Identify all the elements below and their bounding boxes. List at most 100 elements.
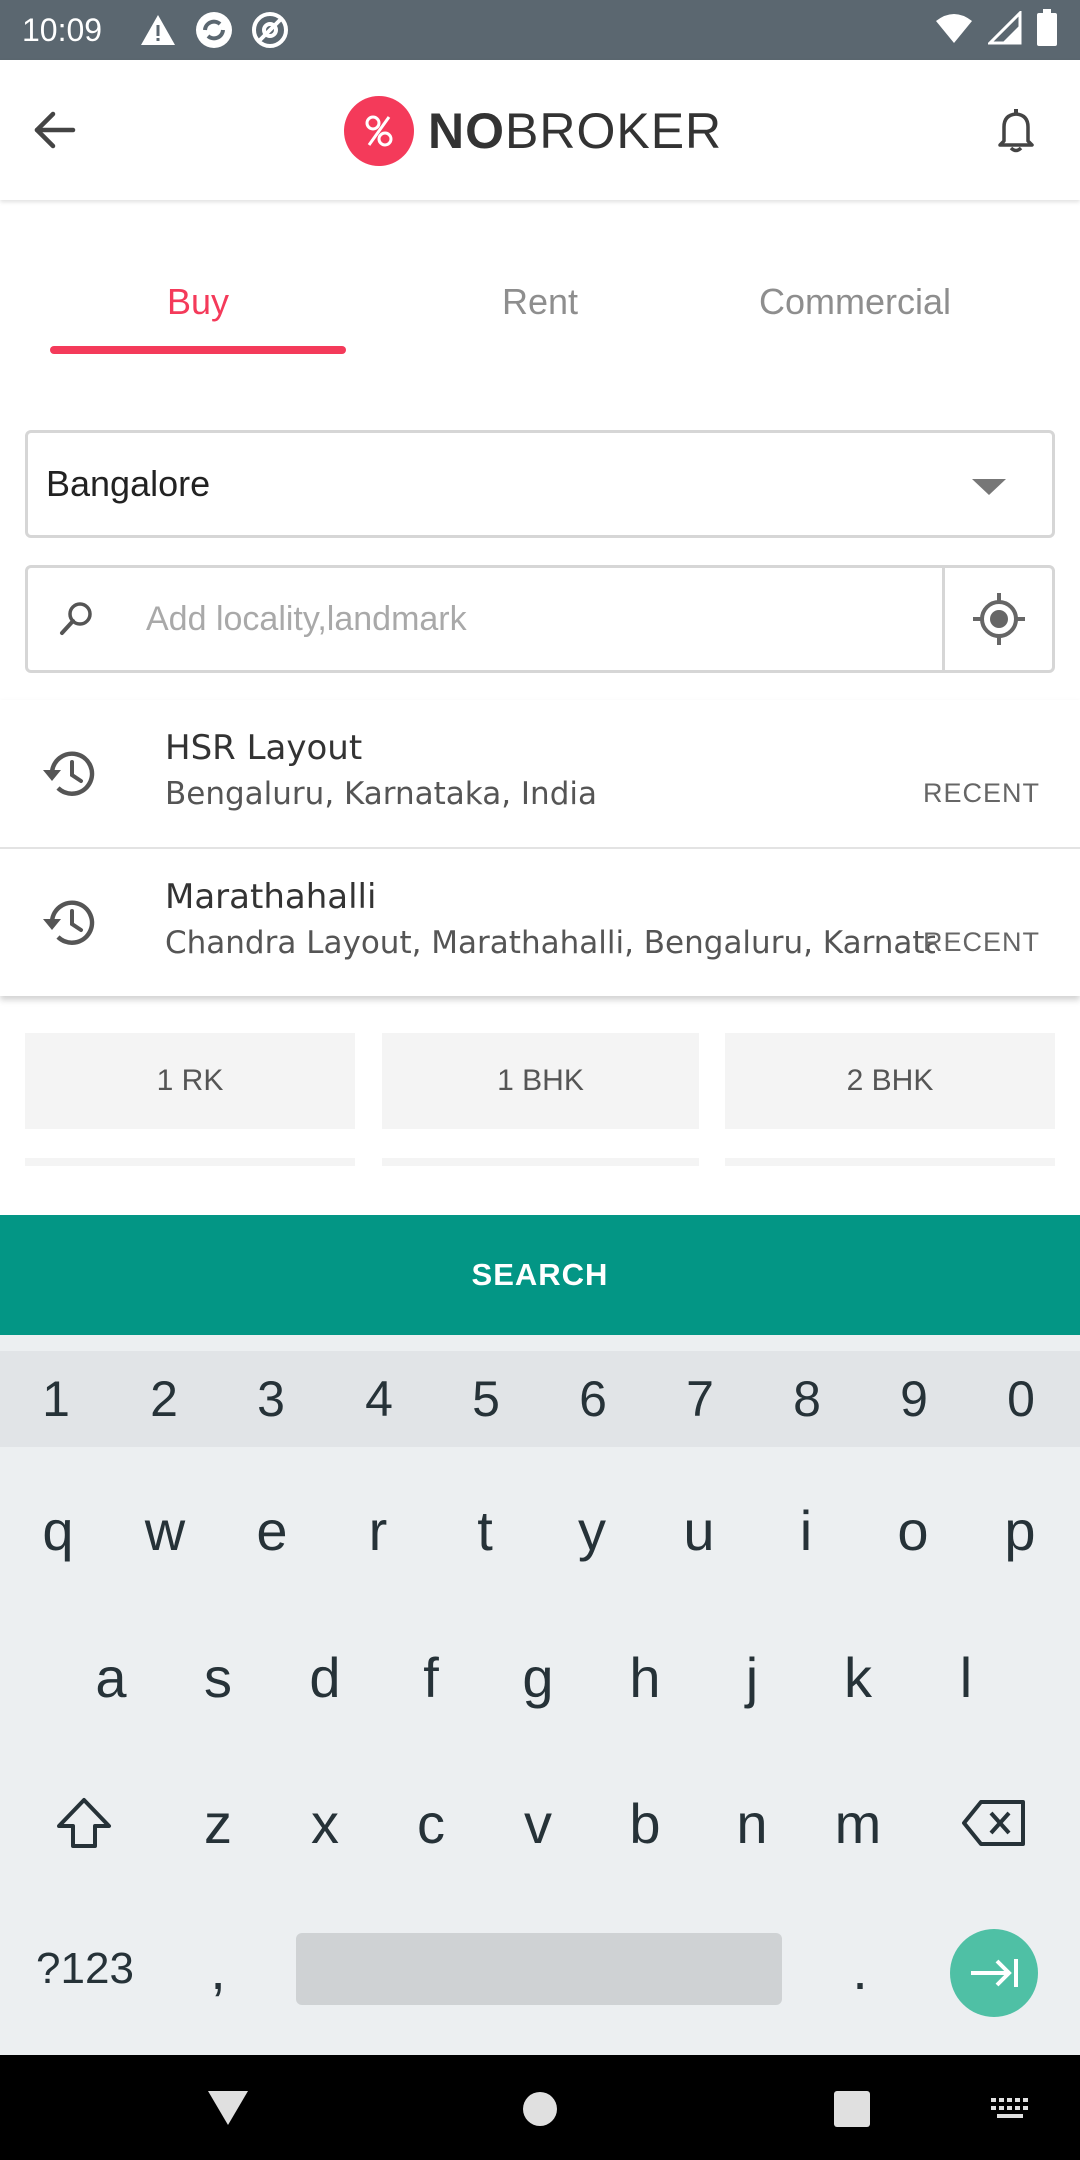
key-p[interactable]: p: [966, 1470, 1074, 1590]
period-key[interactable]: .: [806, 1909, 914, 2029]
status-time: 10:09: [22, 11, 103, 48]
key-b[interactable]: b: [591, 1763, 699, 1883]
status-bar: 10:09: [0, 0, 1080, 60]
key-5[interactable]: 5: [432, 1351, 540, 1447]
bhk-option-1bhk[interactable]: 1 BHK: [382, 1033, 699, 1129]
key-d[interactable]: d: [271, 1617, 379, 1737]
history-icon: [38, 893, 98, 953]
signal-icon: [986, 9, 1022, 49]
key-2[interactable]: 2: [110, 1351, 218, 1447]
key-r[interactable]: r: [324, 1470, 432, 1590]
tab-commercial[interactable]: Commercial: [710, 250, 1000, 354]
key-w[interactable]: w: [111, 1470, 219, 1590]
gps-target-icon: [972, 593, 1025, 645]
space-key[interactable]: [296, 1933, 782, 2005]
key-g[interactable]: g: [484, 1617, 592, 1737]
shift-key[interactable]: [30, 1763, 138, 1883]
key-e[interactable]: e: [218, 1470, 326, 1590]
next-arrow-icon: [971, 1959, 1018, 1987]
battery-icon: [1036, 9, 1058, 51]
key-h[interactable]: h: [591, 1617, 699, 1737]
backspace-icon: [962, 1800, 1025, 1846]
current-location-button[interactable]: [942, 568, 1052, 670]
system-nav-bar: [0, 2055, 1080, 2160]
key-z[interactable]: z: [164, 1763, 272, 1883]
suggestion-item[interactable]: Marathahalli Chandra Layout, Marathahall…: [0, 849, 1080, 996]
key-8[interactable]: 8: [753, 1351, 861, 1447]
key-f[interactable]: f: [377, 1617, 485, 1737]
bhk-option-partial: [725, 1158, 1055, 1166]
city-select[interactable]: Bangalore: [25, 430, 1055, 538]
tab-rent[interactable]: Rent: [392, 250, 688, 354]
warning-icon: [138, 10, 178, 50]
at-icon: [250, 10, 290, 50]
key-1[interactable]: 1: [2, 1351, 110, 1447]
key-u[interactable]: u: [645, 1470, 753, 1590]
locality-search-input[interactable]: [146, 599, 946, 639]
search-icon: [28, 568, 124, 670]
key-3[interactable]: 3: [217, 1351, 325, 1447]
sync-icon: [194, 10, 234, 50]
bhk-option-partial: [25, 1158, 355, 1166]
key-t[interactable]: t: [431, 1470, 539, 1590]
locality-search-box: [25, 565, 1055, 673]
locality-suggestions: HSR Layout Bengaluru, Karnataka, India R…: [0, 700, 1080, 996]
key-c[interactable]: c: [377, 1763, 485, 1883]
bhk-option-1rk[interactable]: 1 RK: [25, 1033, 355, 1129]
key-x[interactable]: x: [271, 1763, 379, 1883]
key-v[interactable]: v: [484, 1763, 592, 1883]
bhk-option-partial: [382, 1158, 699, 1166]
app-bar: NOBROKER: [0, 60, 1080, 200]
caret-down-icon: [972, 479, 1006, 495]
key-i[interactable]: i: [752, 1470, 860, 1590]
key-6[interactable]: 6: [539, 1351, 647, 1447]
tab-buy[interactable]: Buy: [50, 250, 346, 354]
nav-home-icon: [523, 2092, 557, 2126]
keyboard-switch-button[interactable]: [982, 2089, 1038, 2129]
suggestion-item[interactable]: HSR Layout Bengaluru, Karnataka, India R…: [0, 700, 1080, 849]
suggestion-subtitle: Chandra Layout, Marathahalli, Bengaluru,…: [165, 925, 935, 961]
soft-keyboard: 1 2 3 4 5 6 7 8 9 0 q w e r t y u i o p …: [0, 1335, 1080, 2055]
nav-home-button[interactable]: [512, 2081, 568, 2137]
nav-recents-icon: [834, 2091, 870, 2127]
key-s[interactable]: s: [164, 1617, 272, 1737]
enter-key[interactable]: [950, 1929, 1038, 2017]
backspace-key[interactable]: [940, 1763, 1048, 1883]
nav-back-button[interactable]: [198, 2081, 258, 2133]
arrow-left-icon: [34, 111, 76, 149]
suggestion-title: Marathahalli: [165, 877, 377, 917]
logo-mark-icon: [344, 96, 414, 166]
key-y[interactable]: y: [538, 1470, 646, 1590]
recent-tag: RECENT: [922, 927, 1040, 957]
key-a[interactable]: a: [57, 1617, 165, 1737]
notifications-button[interactable]: [988, 102, 1044, 158]
back-button[interactable]: [26, 102, 82, 158]
suggestion-title: HSR Layout: [165, 728, 363, 768]
nobroker-logo: NOBROKER: [344, 96, 722, 166]
symbols-key[interactable]: ?123: [20, 1909, 150, 2029]
key-o[interactable]: o: [859, 1470, 967, 1590]
key-n[interactable]: n: [698, 1763, 806, 1883]
key-k[interactable]: k: [804, 1617, 912, 1737]
shift-icon: [57, 1798, 111, 1848]
search-button[interactable]: SEARCH: [0, 1215, 1080, 1335]
city-select-value: Bangalore: [46, 463, 211, 504]
key-7[interactable]: 7: [646, 1351, 754, 1447]
key-m[interactable]: m: [804, 1763, 912, 1883]
active-tab-indicator: [50, 346, 346, 354]
key-l[interactable]: l: [912, 1617, 1020, 1737]
key-q[interactable]: q: [4, 1470, 112, 1590]
key-j[interactable]: j: [698, 1617, 806, 1737]
history-icon: [38, 744, 98, 804]
nav-recents-button[interactable]: [824, 2081, 880, 2137]
suggestion-subtitle: Bengaluru, Karnataka, India: [165, 776, 597, 812]
recent-tag: RECENT: [922, 778, 1040, 808]
wifi-icon: [934, 11, 974, 49]
bell-icon: [998, 109, 1034, 153]
key-9[interactable]: 9: [860, 1351, 968, 1447]
key-4[interactable]: 4: [325, 1351, 433, 1447]
comma-key[interactable]: ,: [164, 1909, 272, 2029]
keyboard-icon: [991, 2098, 1028, 2118]
bhk-option-2bhk[interactable]: 2 BHK: [725, 1033, 1055, 1129]
key-0[interactable]: 0: [967, 1351, 1075, 1447]
